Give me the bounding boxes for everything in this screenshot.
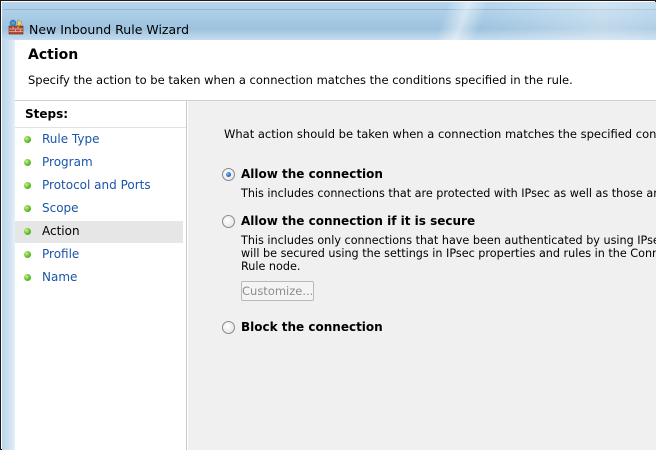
- steps-pane: Steps: Rule Type Program Protocol and Po…: [15, 101, 187, 450]
- step-rule-type[interactable]: Rule Type: [15, 129, 183, 151]
- allow-if-secure-radio[interactable]: [222, 215, 235, 228]
- title-bar[interactable]: New Inbound Rule Wizard: [2, 2, 656, 40]
- allow-if-secure-description-line-2: will be secured using the settings in IP…: [241, 247, 656, 260]
- allow-if-secure-description-line-3: Rule node.: [241, 260, 301, 273]
- step-label: Rule Type: [42, 132, 100, 146]
- step-protocol-and-ports[interactable]: Protocol and Ports: [15, 175, 183, 197]
- block-connection-radio[interactable]: [222, 321, 235, 334]
- step-status-icon: [24, 274, 31, 281]
- steps-title: Steps:: [25, 107, 69, 121]
- step-status-icon: [24, 136, 31, 143]
- step-label: Profile: [42, 247, 80, 261]
- page-title: Action: [28, 47, 79, 63]
- wizard-window: New Inbound Rule Wizard Action Specify t…: [0, 0, 656, 450]
- action-question: What action should be taken when a conne…: [224, 127, 656, 141]
- firewall-wizard-icon: [8, 19, 24, 35]
- allow-if-secure-description-line-1: This includes only connections that have…: [241, 234, 656, 247]
- window-title: New Inbound Rule Wizard: [29, 22, 189, 37]
- step-status-icon: [24, 251, 31, 258]
- allow-connection-radio[interactable]: [222, 168, 235, 181]
- action-pane: What action should be taken when a conne…: [188, 101, 656, 450]
- step-status-icon: [24, 228, 31, 235]
- step-scope[interactable]: Scope: [15, 198, 183, 220]
- title-bar-glow: [476, 2, 656, 40]
- window-left-border: [2, 40, 15, 450]
- step-status-icon: [24, 205, 31, 212]
- step-label: Action: [42, 224, 80, 238]
- allow-connection-description: This includes connections that are prote…: [241, 187, 656, 200]
- customize-button[interactable]: Customize...: [241, 281, 314, 301]
- step-status-icon: [24, 182, 31, 189]
- allow-if-secure-label[interactable]: Allow the connection if it is secure: [241, 214, 475, 228]
- step-program[interactable]: Program: [15, 152, 183, 174]
- allow-connection-label[interactable]: Allow the connection: [241, 167, 383, 181]
- page-description: Specify the action to be taken when a co…: [28, 73, 573, 87]
- step-label: Protocol and Ports: [42, 178, 151, 192]
- step-label: Name: [42, 270, 78, 284]
- step-label: Program: [42, 155, 93, 169]
- step-action[interactable]: Action: [15, 221, 183, 243]
- steps-title-divider: [15, 127, 186, 128]
- step-status-icon: [24, 159, 31, 166]
- step-name[interactable]: Name: [15, 267, 183, 289]
- step-profile[interactable]: Profile: [15, 244, 183, 266]
- step-label: Scope: [42, 201, 79, 215]
- block-connection-label[interactable]: Block the connection: [241, 320, 383, 334]
